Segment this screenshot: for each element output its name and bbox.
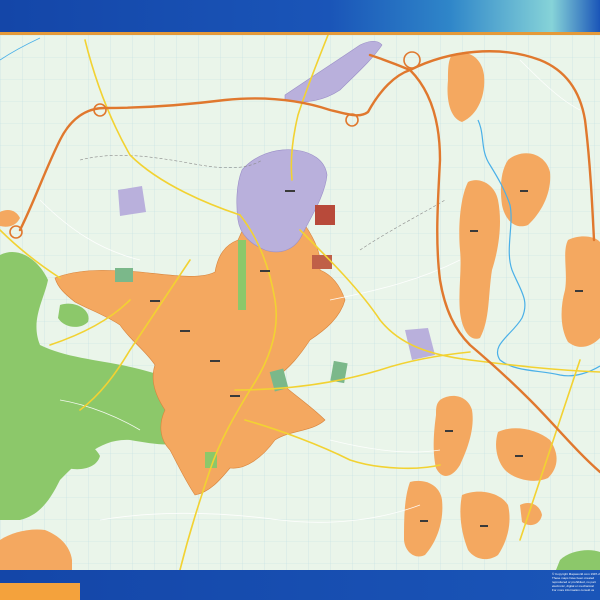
park-4 [115,268,133,282]
park-1 [238,240,246,310]
copyright-line: For more information consult us [552,588,595,592]
industrial-area-west [118,186,146,216]
copyright-notice: © Copyright Mapsworld.com 1997-2019 Thes… [552,572,600,598]
footer-bar [0,570,600,600]
header-bar [0,0,600,32]
city-map [0,35,600,570]
landmark-block [315,205,335,225]
landmark-block-2 [312,255,332,269]
footer-tab [0,583,80,600]
map-poster: © Copyright Mapsworld.com 1997-2019 Thes… [0,0,600,600]
map-canvas [0,35,600,570]
